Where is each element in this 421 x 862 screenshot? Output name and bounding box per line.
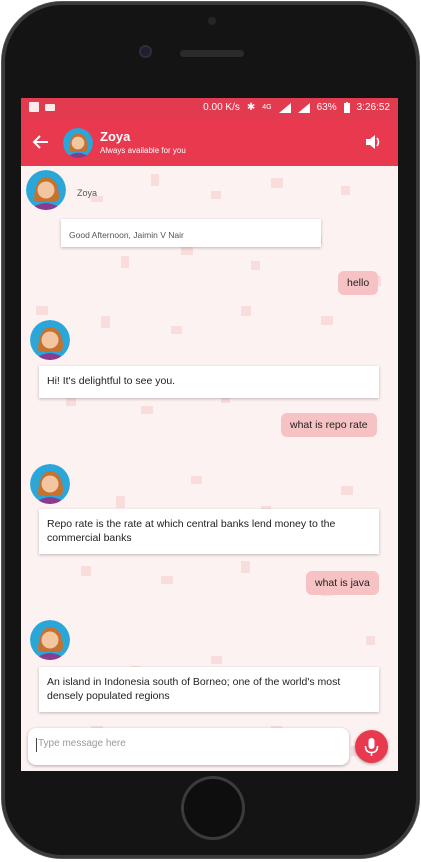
bot-avatar [30, 464, 70, 504]
app-bar: Zoya Always available for you [21, 119, 398, 166]
signal-label: 4G [262, 104, 272, 111]
bot-name-label: Zoya [77, 188, 98, 198]
bot-message: Repo rate is the rate at which central b… [39, 509, 379, 554]
bot-avatar [30, 320, 70, 360]
bot-avatar [26, 170, 66, 210]
message-input[interactable] [36, 737, 340, 750]
volume-icon[interactable] [364, 133, 382, 151]
signal-icon [278, 102, 291, 113]
earpiece-speaker [180, 50, 244, 57]
back-arrow-icon[interactable] [31, 132, 51, 152]
bot-message: An island in Indonesia south of Borneo; … [39, 667, 379, 712]
greeting-card: Good Afternoon, Jaimin V Nair [61, 219, 321, 247]
battery-percent: 63% [316, 102, 337, 113]
front-camera [139, 45, 152, 58]
signal-icon-2 [297, 102, 310, 113]
battery-icon [343, 102, 350, 113]
message-composer [28, 728, 349, 765]
bluetooth-icon: ✱ [246, 102, 256, 113]
microphone-icon [364, 738, 379, 756]
chat-title: Zoya [100, 129, 131, 144]
chat-subtitle: Always available for you [100, 146, 186, 155]
bot-avatar[interactable] [63, 128, 93, 158]
sensor-dot [208, 17, 216, 25]
notification-icon [29, 102, 39, 112]
bot-avatar [30, 620, 70, 660]
user-message: hello [338, 271, 379, 295]
user-message: what is repo rate [281, 413, 377, 437]
net-speed: 0.00 K/s [203, 102, 240, 113]
status-bar: 0.00 K/s ✱ 4G 63% 3:26:52 [21, 98, 398, 119]
bot-message: Hi! It's delightful to see you. [39, 366, 379, 398]
clock: 3:26:52 [356, 102, 390, 113]
mic-button[interactable] [355, 730, 388, 763]
home-button[interactable] [181, 776, 245, 840]
screen: 0.00 K/s ✱ 4G 63% 3:26:52 Zoya Always av… [21, 98, 398, 771]
user-message: what is java [306, 571, 379, 595]
app-notification-icon [45, 104, 55, 111]
